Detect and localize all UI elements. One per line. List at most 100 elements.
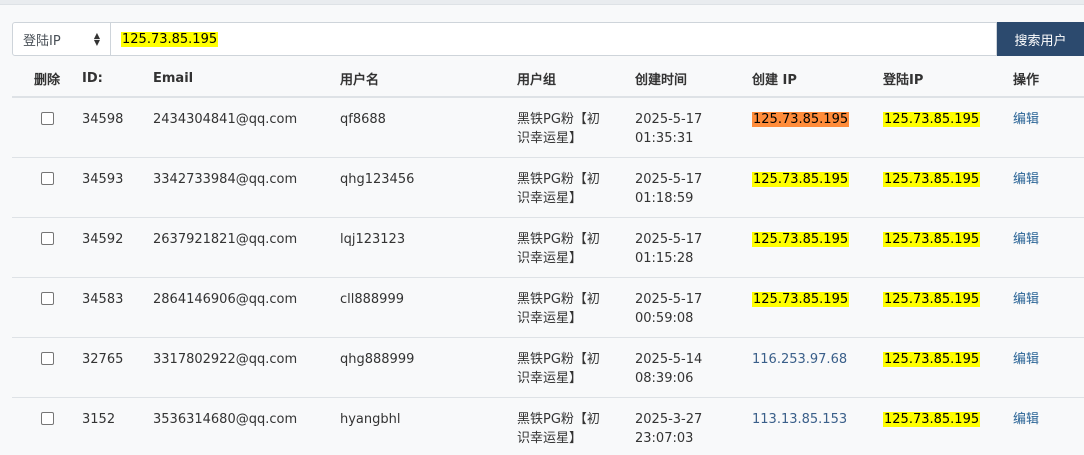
col-header-email: Email <box>153 60 340 98</box>
login-ip-cell: 125.73.85.195 <box>883 217 1013 278</box>
created-time-cell: 2025-5-17 01:18:59 <box>635 157 752 218</box>
created-time-cell: 2025-5-17 01:15:28 <box>635 217 752 278</box>
edit-link[interactable]: 编辑 <box>1013 232 1039 247</box>
email-cell: 3536314680@qq.com <box>153 397 340 455</box>
created-time-cell: 2025-5-17 01:35:31 <box>635 97 752 158</box>
delete-checkbox[interactable] <box>40 112 54 125</box>
created-ip-link[interactable]: 125.73.85.195 <box>752 112 850 127</box>
created-time: 08:39:06 <box>635 370 694 386</box>
delete-checkbox[interactable] <box>40 231 54 245</box>
table-row: 3152 3536314680@qq.com hyangbhl 黑铁PG粉【初识… <box>12 397 1084 455</box>
group-line-2: 识幸运星】 <box>517 310 583 326</box>
select-arrows-icon: ▲ ▼ <box>93 31 100 47</box>
delete-cell <box>12 337 82 398</box>
login-ip-cell: 125.73.85.195 <box>883 157 1013 218</box>
login-ip-link[interactable]: 125.73.85.195 <box>883 411 981 427</box>
email-cell: 2434304841@qq.com <box>153 97 340 158</box>
created-date: 2025-5-17 <box>635 171 703 187</box>
group-line-1: 黑铁PG粉【初 <box>517 291 600 307</box>
username-cell: qf8688 <box>340 97 517 158</box>
created-time-cell: 2025-5-17 00:59:08 <box>635 277 752 338</box>
search-input[interactable]: 125.73.85.195 <box>111 22 997 56</box>
created-ip-cell: 113.13.85.153 <box>752 397 883 455</box>
group-cell: 黑铁PG粉【初 识幸运星】 <box>517 277 635 338</box>
delete-cell <box>12 397 82 455</box>
id-cell: 32765 <box>82 337 153 398</box>
group-line-1: 黑铁PG粉【初 <box>517 112 600 127</box>
table-row: 32765 3317802922@qq.com qhg888999 黑铁PG粉【… <box>12 337 1084 398</box>
username-cell: qhg888999 <box>340 337 517 398</box>
created-ip-link[interactable]: 113.13.85.153 <box>752 412 847 427</box>
group-line-2: 识幸运星】 <box>517 250 583 266</box>
table-row: 34583 2864146906@qq.com cll888999 黑铁PG粉【… <box>12 277 1084 338</box>
users-table: 删除 ID: Email 用户名 用户组 创建时间 创建 IP 登陆IP 操作 … <box>12 60 1084 455</box>
created-ip-link[interactable]: 125.73.85.195 <box>752 231 850 247</box>
id-cell: 34598 <box>82 97 153 158</box>
delete-checkbox[interactable] <box>40 291 54 305</box>
created-date: 2025-5-17 <box>635 231 703 247</box>
edit-link[interactable]: 编辑 <box>1013 352 1039 367</box>
created-ip-cell: 125.73.85.195 <box>752 217 883 278</box>
created-ip-cell: 125.73.85.195 <box>752 97 883 158</box>
created-time: 01:35:31 <box>635 131 694 146</box>
group-line-2: 识幸运星】 <box>517 370 583 386</box>
col-header-delete: 删除 <box>12 60 82 98</box>
id-cell: 3152 <box>82 397 153 455</box>
created-date: 2025-5-14 <box>635 351 703 367</box>
email-cell: 2864146906@qq.com <box>153 277 340 338</box>
delete-checkbox[interactable] <box>40 171 54 185</box>
login-ip-cell: 125.73.85.195 <box>883 337 1013 398</box>
col-header-created-time: 创建时间 <box>635 60 752 98</box>
username-cell: cll888999 <box>340 277 517 338</box>
created-time: 00:59:08 <box>635 310 694 326</box>
id-cell: 34592 <box>82 217 153 278</box>
group-line-1: 黑铁PG粉【初 <box>517 351 600 367</box>
created-ip-cell: 116.253.97.68 <box>752 337 883 398</box>
group-cell: 黑铁PG粉【初 识幸运星】 <box>517 337 635 398</box>
col-header-group: 用户组 <box>517 60 635 98</box>
delete-checkbox[interactable] <box>40 351 54 365</box>
col-header-action: 操作 <box>1013 60 1084 98</box>
col-header-login-ip: 登陆IP <box>883 60 1013 98</box>
group-line-2: 识幸运星】 <box>517 430 583 446</box>
col-header-id: ID: <box>82 60 153 98</box>
email-cell: 2637921821@qq.com <box>153 217 340 278</box>
search-field-select-value: 登陆IP <box>23 33 61 49</box>
top-border <box>0 0 1084 5</box>
edit-link[interactable]: 编辑 <box>1013 292 1039 307</box>
delete-cell <box>12 217 82 278</box>
created-ip-link[interactable]: 125.73.85.195 <box>752 291 850 307</box>
delete-cell <box>12 277 82 338</box>
email-cell: 3342733984@qq.com <box>153 157 340 218</box>
id-cell: 34593 <box>82 157 153 218</box>
delete-cell <box>12 157 82 218</box>
login-ip-cell: 125.73.85.195 <box>883 277 1013 338</box>
login-ip-link[interactable]: 125.73.85.195 <box>883 291 981 307</box>
login-ip-link[interactable]: 125.73.85.195 <box>883 231 981 247</box>
action-cell: 编辑 <box>1013 397 1084 455</box>
created-date: 2025-5-17 <box>635 112 703 127</box>
edit-link[interactable]: 编辑 <box>1013 112 1039 127</box>
group-cell: 黑铁PG粉【初 识幸运星】 <box>517 97 635 158</box>
delete-checkbox[interactable] <box>40 411 54 425</box>
created-ip-link[interactable]: 116.253.97.68 <box>752 352 847 367</box>
delete-cell <box>12 97 82 158</box>
search-users-button[interactable]: 搜索用户 <box>997 22 1084 56</box>
username-cell: qhg123456 <box>340 157 517 218</box>
group-line-1: 黑铁PG粉【初 <box>517 411 600 427</box>
action-cell: 编辑 <box>1013 97 1084 158</box>
edit-link[interactable]: 编辑 <box>1013 172 1039 187</box>
login-ip-cell: 125.73.85.195 <box>883 397 1013 455</box>
login-ip-link[interactable]: 125.73.85.195 <box>883 112 981 127</box>
group-cell: 黑铁PG粉【初 识幸运星】 <box>517 157 635 218</box>
login-ip-link[interactable]: 125.73.85.195 <box>883 171 981 187</box>
search-bar: 登陆IP ▲ ▼ 125.73.85.195 搜索用户 <box>12 22 1084 56</box>
created-time-cell: 2025-3-27 23:07:03 <box>635 397 752 455</box>
table-header-row: 删除 ID: Email 用户名 用户组 创建时间 创建 IP 登陆IP 操作 <box>12 60 1084 98</box>
created-ip-cell: 125.73.85.195 <box>752 277 883 338</box>
search-field-select[interactable]: 登陆IP ▲ ▼ <box>12 22 111 56</box>
created-ip-link[interactable]: 125.73.85.195 <box>752 171 850 187</box>
edit-link[interactable]: 编辑 <box>1013 412 1039 427</box>
login-ip-link[interactable]: 125.73.85.195 <box>883 351 981 367</box>
created-time: 01:18:59 <box>635 190 694 206</box>
